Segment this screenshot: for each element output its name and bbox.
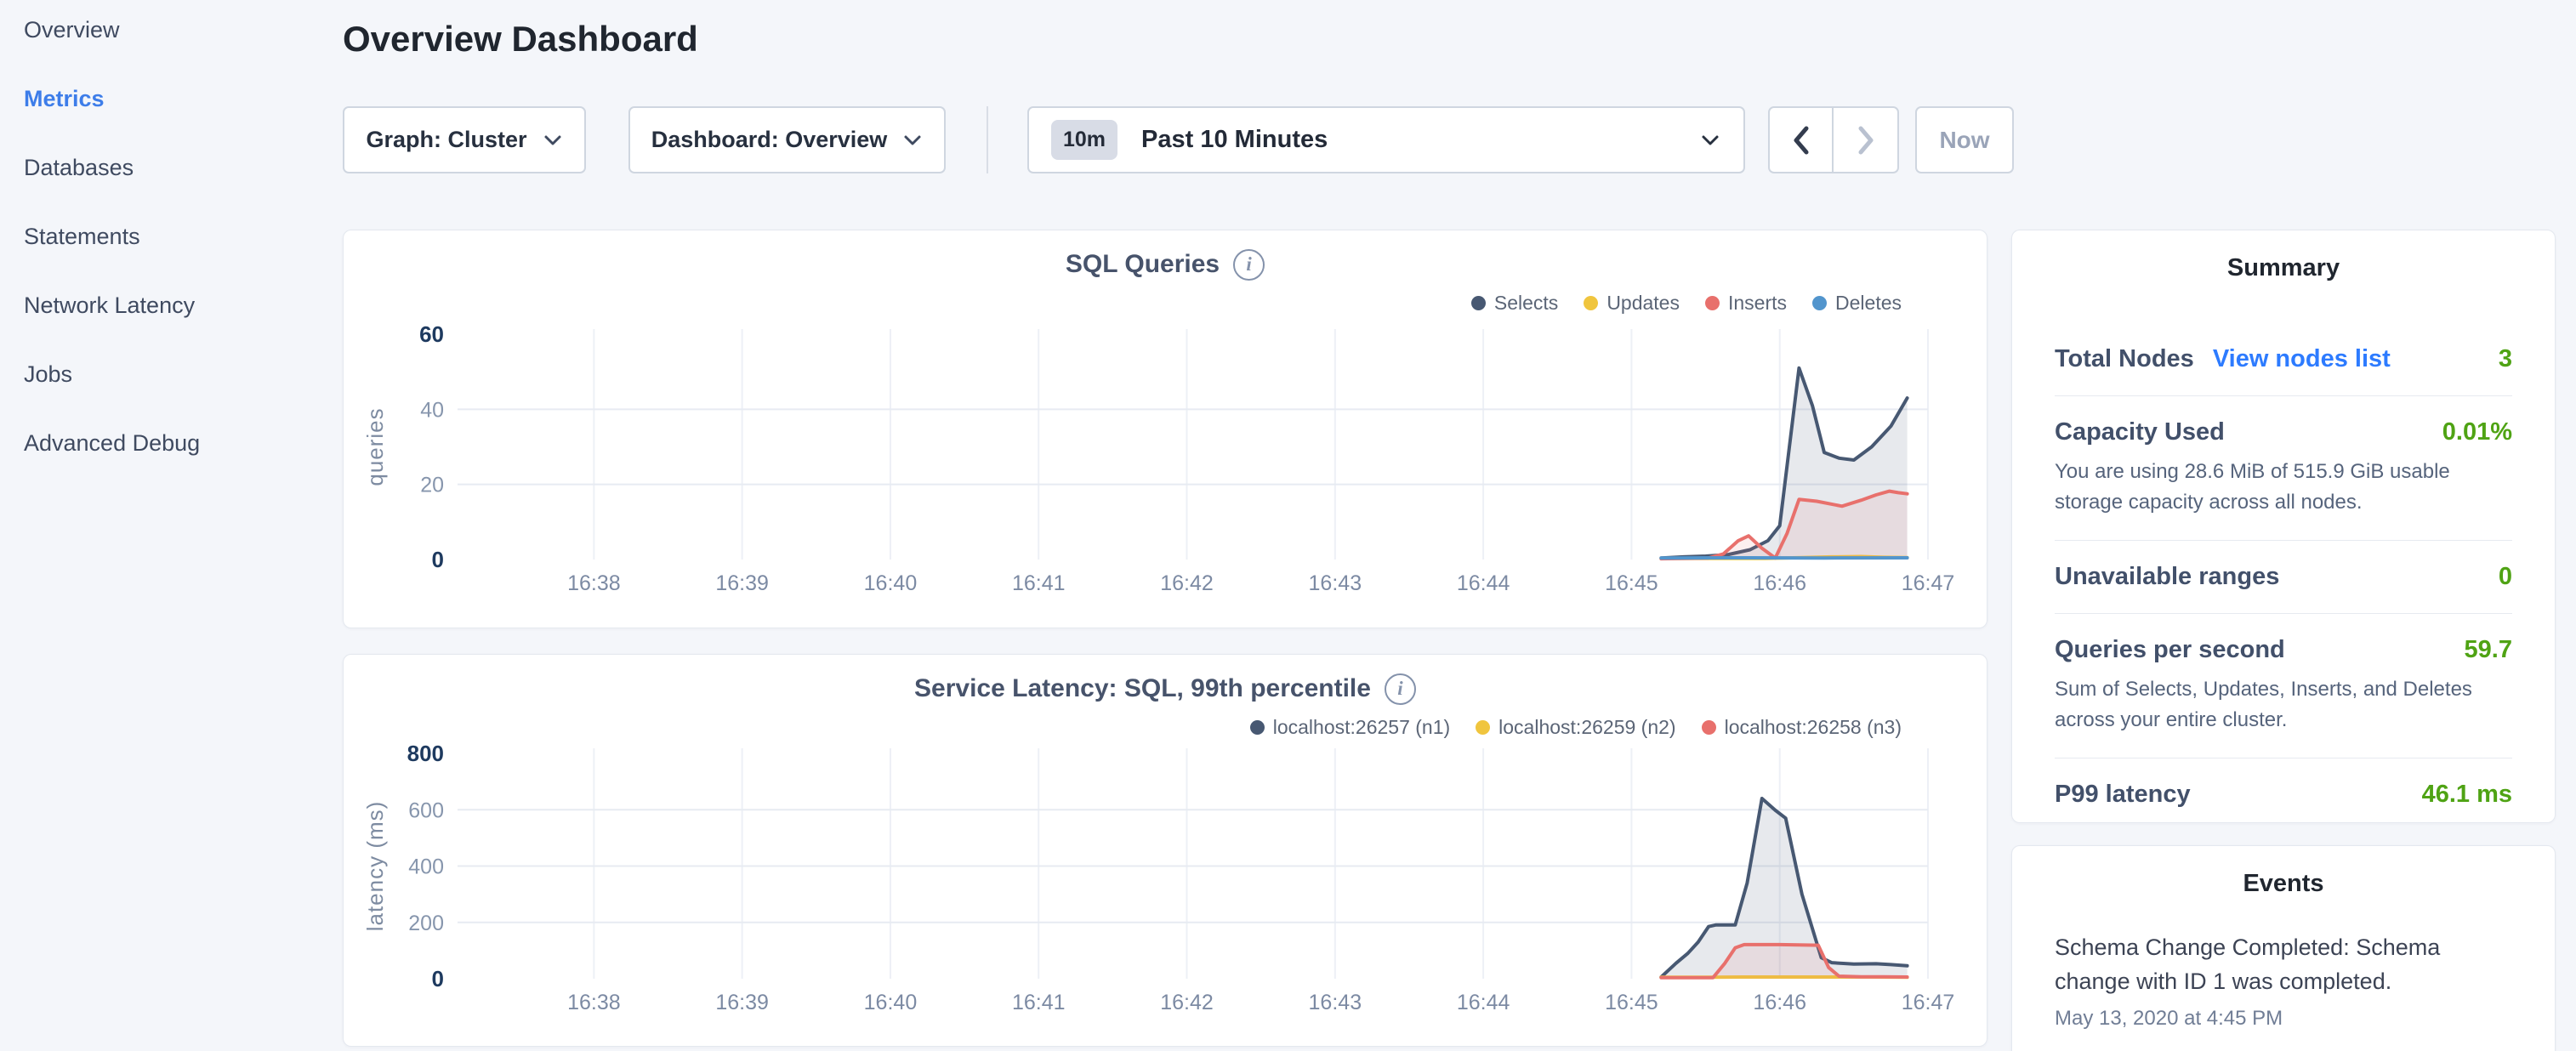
y-axis-tick-label: 0 [432, 547, 444, 572]
chevron-down-icon [543, 134, 563, 147]
summary-row-value: 3 [2499, 345, 2512, 373]
summary-row-description: You are using 28.6 MiB of 515.9 GiB usab… [2055, 457, 2512, 518]
prev-time-button[interactable] [1770, 108, 1834, 172]
summary-row-label: Queries per second [2055, 636, 2285, 664]
sidebar: Overview Metrics Databases Statements Networ… [24, 17, 313, 499]
event-timestamp: May 13, 2020 at 4:45 PM [2055, 1007, 2512, 1031]
summary-row: Total Nodes View nodes list 3 [2055, 323, 2512, 395]
y-axis-tick-label: 800 [407, 741, 444, 766]
sidebar-item-network-latency[interactable]: Network Latency [24, 293, 313, 318]
x-axis-tick-label: 16:46 [1753, 991, 1806, 1014]
graph-dropdown[interactable]: Graph: Cluster [343, 106, 586, 173]
y-axis-tick-label: 400 [408, 855, 444, 879]
events-panel: Events Schema Change Completed: Schema c… [2011, 845, 2556, 1051]
events-title: Events [2055, 870, 2512, 898]
summary-panel: Summary Total Nodes View nodes list 3 Capac… [2011, 230, 2556, 823]
dashboard-dropdown-label: Dashboard: Overview [651, 127, 888, 153]
chevron-down-icon [902, 134, 923, 147]
controls-divider [987, 106, 988, 173]
x-axis-tick-label: 16:40 [864, 571, 918, 595]
sql-queries-chart-card: SQL Queries i SelectsUpdatesInsertsDelet… [343, 230, 1987, 628]
summary-row-label: Capacity Used [2055, 418, 2225, 446]
x-axis-tick-label: 16:45 [1605, 991, 1658, 1014]
x-axis-tick-label: 16:44 [1457, 991, 1510, 1014]
x-axis-tick-label: 16:46 [1753, 571, 1806, 595]
sidebar-item-overview[interactable]: Overview [24, 17, 313, 43]
page-title: Overview Dashboard [343, 19, 698, 60]
y-axis-tick-label: 40 [420, 398, 444, 422]
now-button[interactable]: Now [1915, 106, 2014, 173]
summary-row: Queries per second 59.7 Sum of Selects, Up… [2055, 613, 2512, 758]
x-axis-tick-label: 16:44 [1457, 571, 1510, 595]
summary-row-value: 59.7 [2465, 636, 2512, 664]
y-axis-tick-label: 600 [408, 798, 444, 822]
y-axis-tick-label: 0 [432, 966, 444, 991]
x-axis-tick-label: 16:39 [715, 571, 769, 595]
chevron-down-icon [1699, 133, 1721, 148]
summary-row: Capacity Used 0.01% You are using 28.6 MiB… [2055, 395, 2512, 540]
x-axis-tick-label: 16:47 [1902, 991, 1955, 1014]
sidebar-item-jobs[interactable]: Jobs [24, 361, 313, 387]
x-axis-tick-label: 16:43 [1309, 991, 1362, 1014]
chevron-left-icon [1789, 124, 1813, 156]
sidebar-item-statements[interactable]: Statements [24, 224, 313, 249]
x-axis-tick-label: 16:45 [1605, 571, 1658, 595]
time-range-badge: 10m [1051, 120, 1117, 160]
summary-row-label: Total Nodes [2055, 345, 2194, 373]
x-axis-tick-label: 16:43 [1309, 571, 1362, 595]
sidebar-item-databases[interactable]: Databases [24, 155, 313, 180]
time-range-selector[interactable]: 10m Past 10 Minutes [1027, 106, 1745, 173]
x-axis-tick-label: 16:47 [1902, 571, 1955, 595]
view-nodes-list-link[interactable]: View nodes list [2213, 345, 2391, 373]
x-axis-tick-label: 16:41 [1012, 991, 1066, 1014]
summary-row-value: 0.01% [2442, 418, 2512, 446]
x-axis-tick-label: 16:38 [567, 571, 621, 595]
sql-queries-chart[interactable]: 16:38 16:39 16:40 16:41 16:42 16:43 16:44 16:45… [344, 230, 1988, 629]
service-latency-chart-card: Service Latency: SQL, 99th percentile i … [343, 654, 1987, 1047]
chevron-right-icon [1854, 124, 1878, 156]
x-axis-tick-label: 16:40 [864, 991, 918, 1014]
y-axis-title: latency (ms) [362, 801, 388, 932]
y-axis-tick-label: 20 [420, 474, 444, 497]
next-time-button[interactable] [1834, 108, 1897, 172]
graph-dropdown-label: Graph: Cluster [366, 127, 526, 153]
summary-row: Unavailable ranges 0 [2055, 540, 2512, 613]
x-axis-tick-label: 16:42 [1160, 571, 1214, 595]
summary-row-description: Sum of Selects, Updates, Inserts, and De… [2055, 674, 2512, 736]
summary-row: P99 latency 46.1 ms [2055, 758, 2512, 831]
y-axis-title: queries [362, 407, 388, 486]
y-axis-tick-label: 60 [419, 321, 444, 347]
x-axis-tick-label: 16:38 [567, 991, 621, 1014]
summary-row-value: 0 [2499, 563, 2512, 591]
summary-row-value: 46.1 ms [2422, 781, 2512, 809]
summary-title: Summary [2055, 254, 2512, 282]
x-axis-tick-label: 16:39 [715, 991, 769, 1014]
service-latency-chart[interactable]: 16:38 16:39 16:40 16:41 16:42 16:43 16:44 16:45… [344, 655, 1988, 1048]
event-message: Schema Change Completed: Schema change w… [2055, 930, 2512, 998]
event-item[interactable]: Schema Change Completed: Schema change w… [2055, 930, 2512, 1031]
time-range-label: Past 10 Minutes [1141, 126, 1684, 154]
summary-row-label: Unavailable ranges [2055, 563, 2279, 591]
x-axis-tick-label: 16:42 [1160, 991, 1214, 1014]
sidebar-item-metrics[interactable]: Metrics [24, 86, 313, 111]
time-pager [1768, 106, 1899, 173]
dashboard-dropdown[interactable]: Dashboard: Overview [628, 106, 946, 173]
sidebar-item-advanced-debug[interactable]: Advanced Debug [24, 430, 313, 456]
summary-row-label: P99 latency [2055, 781, 2191, 809]
x-axis-tick-label: 16:41 [1012, 571, 1066, 595]
y-axis-tick-label: 200 [408, 912, 444, 935]
